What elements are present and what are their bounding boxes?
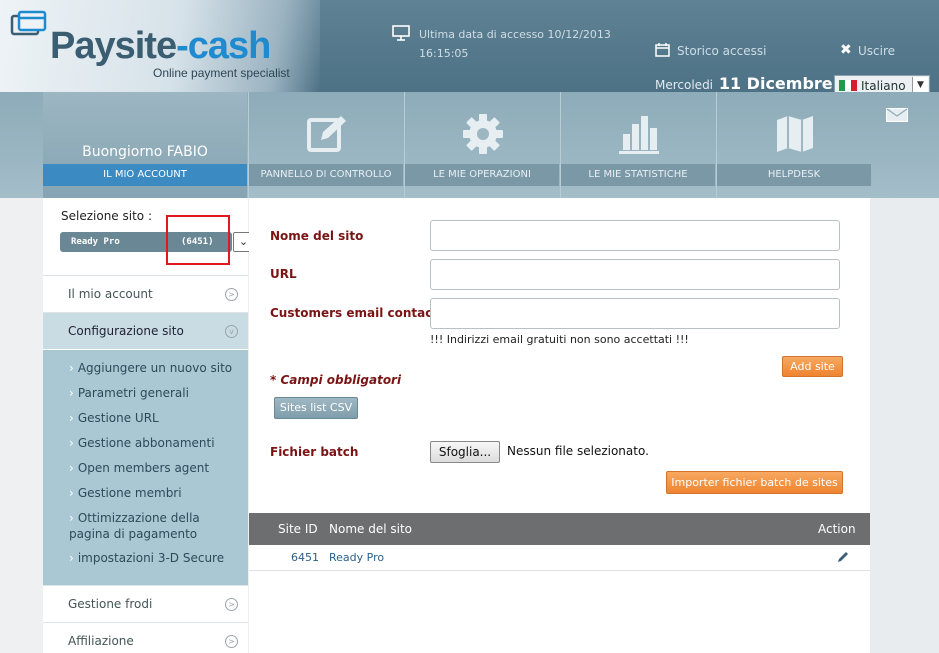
main-nav: Buongiorno FABIO IL MIO ACCOUNT PANNELLO… xyxy=(0,92,939,198)
submenu-item[interactable]: › impostazioni 3-D Secure xyxy=(69,550,239,566)
sidebar-item-label: Il mio account xyxy=(68,287,153,301)
gear-icon xyxy=(463,114,503,154)
submenu-item[interactable]: › Gestione abbonamenti xyxy=(69,435,239,451)
submenu-item[interactable]: › Aggiungere un nuovo sito xyxy=(69,360,239,376)
sidebar-item-label: Affiliazione xyxy=(68,634,134,648)
tab-statistics: LE MIE STATISTICHE xyxy=(561,164,715,186)
sites-table-header: Site ID Nome del sito Action xyxy=(249,513,870,545)
nav-tile-helpdesk[interactable]: HELPDESK xyxy=(716,92,871,198)
import-batch-button[interactable]: Importer fichier batch de sites xyxy=(666,471,843,494)
logout-label: Uscire xyxy=(858,44,896,58)
chevron-down-icon: ▼ xyxy=(912,77,928,93)
chevron-down-icon: v xyxy=(225,325,238,338)
sidebar-item-site-config[interactable]: Configurazione sito v xyxy=(43,312,248,349)
history-label: Storico accessi xyxy=(677,44,767,58)
batch-file-label: Fichier batch xyxy=(270,445,359,459)
add-site-button[interactable]: Add site xyxy=(782,356,843,377)
column-action: Action xyxy=(818,522,856,536)
current-date: Mercoledi 11 Dicembre xyxy=(655,74,833,93)
tab-helpdesk: HELPDESK xyxy=(717,164,871,186)
tab-operations: LE MIE OPERAZIONI xyxy=(405,164,559,186)
right-gutter xyxy=(870,198,939,653)
greeting: Buongiorno FABIO xyxy=(82,144,208,160)
sidebar-item-label: Gestione frodi xyxy=(68,597,153,611)
column-site-name[interactable]: Nome del sito xyxy=(329,522,412,536)
site-config-submenu: › Aggiungere un nuovo sito › Parametri gen… xyxy=(43,350,248,585)
cell-site-name[interactable]: Ready Pro xyxy=(329,551,384,564)
monitor-icon xyxy=(392,25,410,41)
last-access-time: 16:15:05 xyxy=(419,47,469,60)
last-access-date: Ultima data di accesso 10/12/2013 xyxy=(419,28,611,41)
nav-tile-operations[interactable]: LE MIE OPERAZIONI xyxy=(404,92,559,198)
card-logo-icon xyxy=(10,10,47,36)
sidebar-item-label: Configurazione sito xyxy=(68,324,184,338)
pencil-icon[interactable] xyxy=(836,550,850,564)
email-note: !!! Indirizzi email gratuiti non sono ac… xyxy=(430,333,689,346)
table-row: 6451 Ready Pro xyxy=(249,545,870,571)
mail-icon[interactable] xyxy=(886,108,908,122)
date-weekday: Mercoledi xyxy=(655,78,714,92)
logo[interactable]: Paysite-cash Online payment specialist xyxy=(0,0,320,92)
sidebar: Selezione sito : Ready Pro (6451) ⌄ Il m… xyxy=(43,198,254,653)
main-content: Nome del sito URL Customers email contac… xyxy=(249,198,870,653)
bar-chart-icon xyxy=(619,116,659,154)
email-label: Customers email contact xyxy=(270,306,439,320)
app-window: Paysite-cash Online payment specialist U… xyxy=(0,0,939,653)
site-select-label: Selezione sito : xyxy=(61,209,152,223)
url-input[interactable] xyxy=(430,259,840,290)
site-name-label: Nome del sito xyxy=(270,229,364,243)
sidebar-item-fraud[interactable]: Gestione frodi > xyxy=(43,585,248,622)
submenu-item[interactable]: › Gestione membri xyxy=(69,485,239,501)
no-file-text: Nessun file selezionato. xyxy=(507,444,649,458)
submenu-item[interactable]: › Parametri generali xyxy=(69,385,239,401)
submenu-item[interactable]: › Open members agent xyxy=(69,460,239,476)
header: Paysite-cash Online payment specialist U… xyxy=(0,0,939,95)
column-site-id[interactable]: Site ID xyxy=(278,522,318,536)
edit-icon xyxy=(307,116,346,152)
italy-flag-icon xyxy=(839,80,857,91)
email-input[interactable] xyxy=(430,298,840,329)
highlight-box xyxy=(166,215,230,265)
site-select[interactable]: Ready Pro (6451) ⌄ xyxy=(60,232,270,253)
tab-control-panel: PANNELLO DI CONTROLLO xyxy=(249,164,403,186)
cell-site-id: 6451 xyxy=(291,551,319,564)
url-label: URL xyxy=(270,267,297,281)
map-icon xyxy=(777,116,813,152)
calendar-icon xyxy=(655,43,670,57)
browse-button[interactable]: Sfoglia... xyxy=(430,441,500,463)
tab-my-account[interactable]: IL MIO ACCOUNT xyxy=(43,164,247,186)
sidebar-item-my-account[interactable]: Il mio account > xyxy=(43,275,248,312)
close-icon: ✖ xyxy=(840,42,852,58)
sites-csv-button[interactable]: Sites list CSV xyxy=(274,397,358,419)
selected-site-name: Ready Pro xyxy=(71,237,120,247)
required-note: * Campi obbligatori xyxy=(270,373,402,387)
nav-tile-control-panel[interactable]: PANNELLO DI CONTROLLO xyxy=(248,92,403,198)
submenu-item[interactable]: › Gestione URL xyxy=(69,410,239,426)
nav-tile-statistics[interactable]: LE MIE STATISTICHE xyxy=(560,92,715,198)
site-name-input[interactable] xyxy=(430,220,840,251)
chevron-right-icon: > xyxy=(225,598,238,611)
nav-tile-account[interactable]: Buongiorno FABIO IL MIO ACCOUNT xyxy=(43,92,247,198)
submenu-item[interactable]: › Ottimizzazione della pagina di pagament… xyxy=(69,510,239,542)
sidebar-item-affiliation[interactable]: Affiliazione > xyxy=(43,622,248,653)
logo-wordmark: Paysite-cash xyxy=(50,25,271,67)
chevron-right-icon: > xyxy=(225,288,238,301)
language-label: Italiano xyxy=(861,79,906,93)
date-day: 11 Dicembre xyxy=(718,74,833,93)
chevron-right-icon: > xyxy=(225,635,238,648)
logo-tagline: Online payment specialist xyxy=(153,66,290,80)
